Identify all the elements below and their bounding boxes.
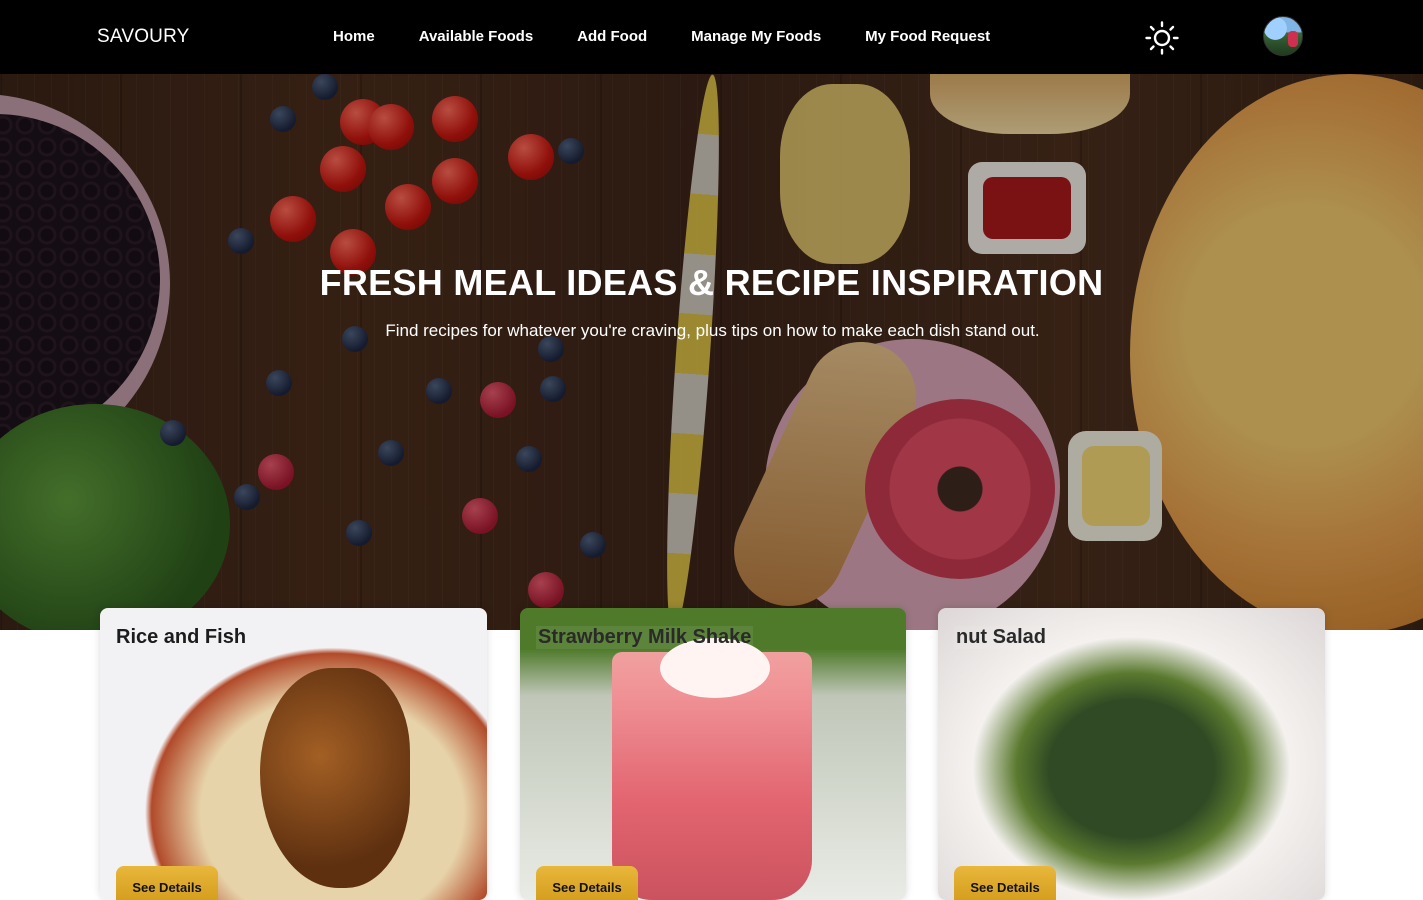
nav-link-my-food-request[interactable]: My Food Request (865, 28, 990, 45)
see-details-button[interactable]: See Details (116, 866, 218, 900)
card-title: Rice and Fish (116, 626, 247, 648)
theme-toggle-button[interactable] (1145, 21, 1179, 55)
card-title: nut Salad (954, 626, 1049, 649)
food-card: Rice and Fish See Details (100, 608, 487, 900)
nav-link-add-food[interactable]: Add Food (577, 28, 647, 45)
nav-link-manage-my-foods[interactable]: Manage My Foods (691, 28, 821, 45)
see-details-button[interactable]: See Details (536, 866, 638, 900)
user-avatar[interactable] (1263, 16, 1303, 56)
hero-title: FRESH MEAL IDEAS & RECIPE INSPIRATION (319, 262, 1104, 303)
nav-link-home[interactable]: Home (333, 28, 375, 45)
avatar-figure (1288, 31, 1298, 47)
food-image (260, 668, 410, 888)
nav-links: Home Available Foods Add Food Manage My … (333, 28, 1034, 45)
hero-subtitle: Find recipes for whatever you're craving… (385, 321, 1040, 340)
navbar: SAVOURY Home Available Foods Add Food Ma… (0, 0, 1423, 74)
see-details-button[interactable]: See Details (954, 866, 1056, 900)
food-card: nut Salad See Details (938, 608, 1325, 900)
food-cards: Rice and Fish See Details Strawberry Mil… (0, 608, 1423, 900)
hero-banner: FRESH MEAL IDEAS & RECIPE INSPIRATION Fi… (0, 74, 1423, 630)
brand-logo[interactable]: SAVOURY (97, 26, 190, 48)
sun-icon (1145, 21, 1179, 55)
hero-overlay (0, 74, 1423, 630)
food-card: Strawberry Milk Shake See Details (520, 608, 906, 900)
card-title: Strawberry Milk Shake (536, 626, 754, 649)
nav-link-available-foods[interactable]: Available Foods (419, 28, 533, 45)
